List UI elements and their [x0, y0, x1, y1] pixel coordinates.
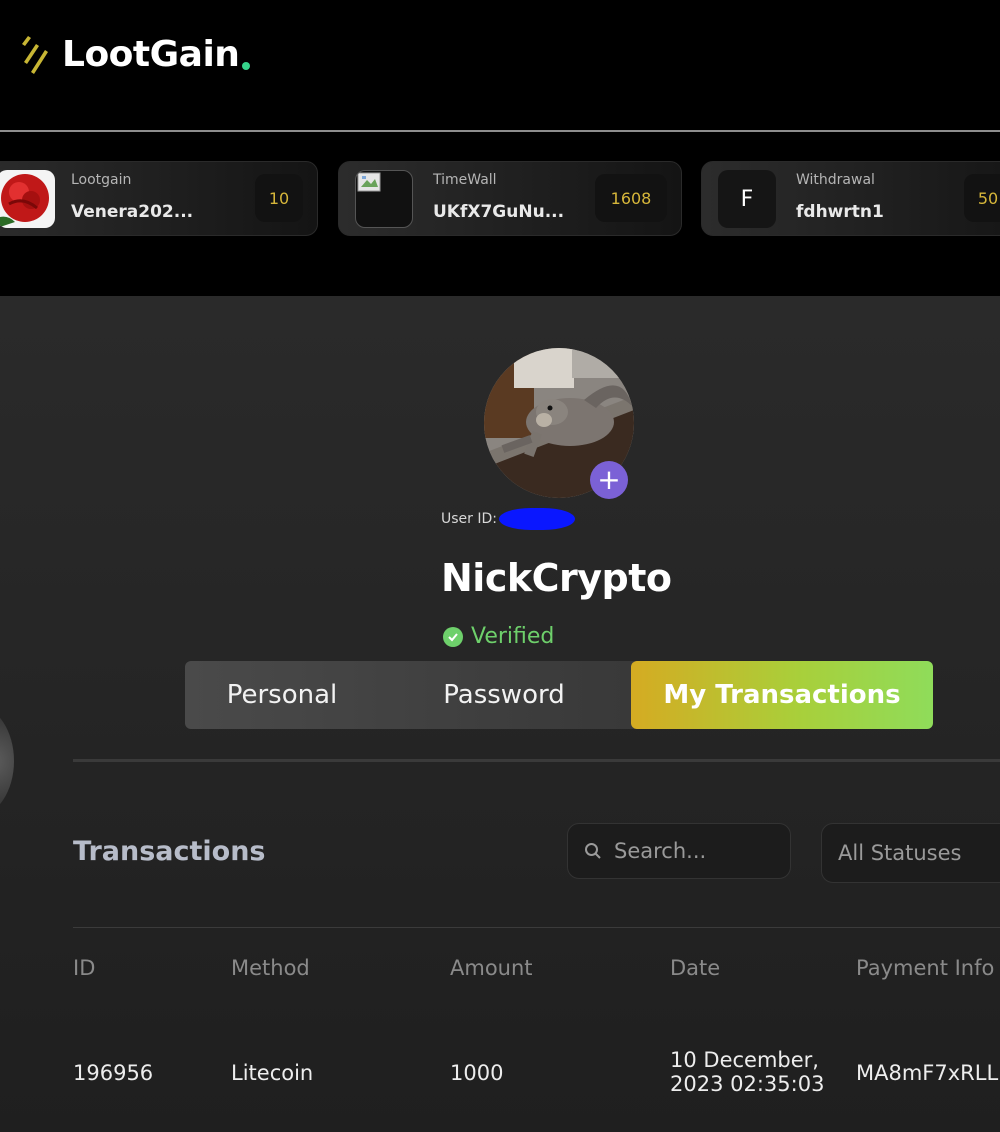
profile-tabs: Personal Password My Transactions [185, 661, 933, 729]
user-id: User ID: [441, 508, 575, 530]
column-header-payment-info: Payment Info [856, 956, 995, 980]
user-id-redaction [499, 508, 575, 530]
side-decoration [0, 706, 14, 816]
cell-payment-info: MA8mF7xRLL... [856, 1061, 1000, 1085]
broken-image-icon [357, 172, 381, 192]
cell-id: 196956 [73, 1061, 154, 1085]
cell-amount: 1000 [450, 1061, 504, 1085]
username: NickCrypto [441, 556, 672, 600]
profile-section: + User ID: NickCrypto Verified Personal … [0, 296, 1000, 1132]
feed-thumb-broken [355, 170, 413, 228]
feed-source: TimeWall [433, 172, 497, 188]
feed-source: Withdrawal [796, 172, 875, 188]
feed-source: Lootgain [71, 172, 132, 188]
cell-date-line1: 10 December, [670, 1048, 819, 1072]
column-header-date: Date [670, 956, 721, 980]
user-id-label: User ID: [441, 511, 497, 527]
add-avatar-button[interactable]: + [590, 461, 628, 499]
brand-name: LootGain [62, 33, 240, 75]
feed-amount: 1608 [595, 174, 667, 222]
verified-label: Verified [471, 624, 555, 649]
feed-card[interactable]: F Withdrawal fdhwrtn1 50 [701, 161, 1000, 236]
search-icon [585, 843, 601, 859]
transactions-title: Transactions [73, 836, 266, 867]
cell-date: 10 December, 2023 02:35:03 [670, 1048, 824, 1096]
feed-thumb-letter: F [718, 170, 776, 228]
column-header-id: ID [73, 956, 96, 980]
feed-username: fdhwrtn1 [796, 202, 884, 222]
feed-username: Venera202... [71, 202, 194, 222]
cell-method: Litecoin [231, 1061, 314, 1085]
brand-dot [242, 62, 251, 70]
tab-personal[interactable]: Personal [185, 661, 379, 729]
plus-icon: + [597, 463, 621, 496]
feed-amount: 50 [964, 174, 1000, 222]
feed-card[interactable]: Lootgain Venera202... 10 [0, 161, 318, 236]
live-earnings-feed: Lootgain Venera202... 10 TimeWall UKfX7G… [0, 132, 1000, 296]
column-header-method: Method [231, 956, 310, 980]
status-filter-select[interactable]: All Statuses [821, 823, 1000, 883]
tab-password[interactable]: Password [399, 661, 609, 729]
feed-username: UKfX7GuNu... [433, 202, 565, 222]
table-divider [73, 927, 1000, 928]
search-placeholder: Search... [614, 839, 707, 863]
feed-amount: 10 [255, 174, 303, 222]
section-divider [73, 759, 1000, 762]
rose-image-icon [0, 170, 55, 228]
logo-mark-icon [22, 36, 48, 74]
search-input[interactable]: Search... [567, 823, 791, 879]
cell-date-line2: 2023 02:35:03 [670, 1072, 825, 1096]
top-header: LootGain [0, 0, 1000, 132]
column-header-amount: Amount [450, 956, 533, 980]
verified-badge: Verified [443, 624, 554, 649]
feed-card[interactable]: TimeWall UKfX7GuNu... 1608 [338, 161, 682, 236]
check-circle-icon [443, 626, 463, 647]
feed-thumb-rose [0, 170, 55, 228]
brand-logo[interactable]: LootGain [18, 32, 251, 76]
tab-my-transactions[interactable]: My Transactions [631, 661, 933, 729]
